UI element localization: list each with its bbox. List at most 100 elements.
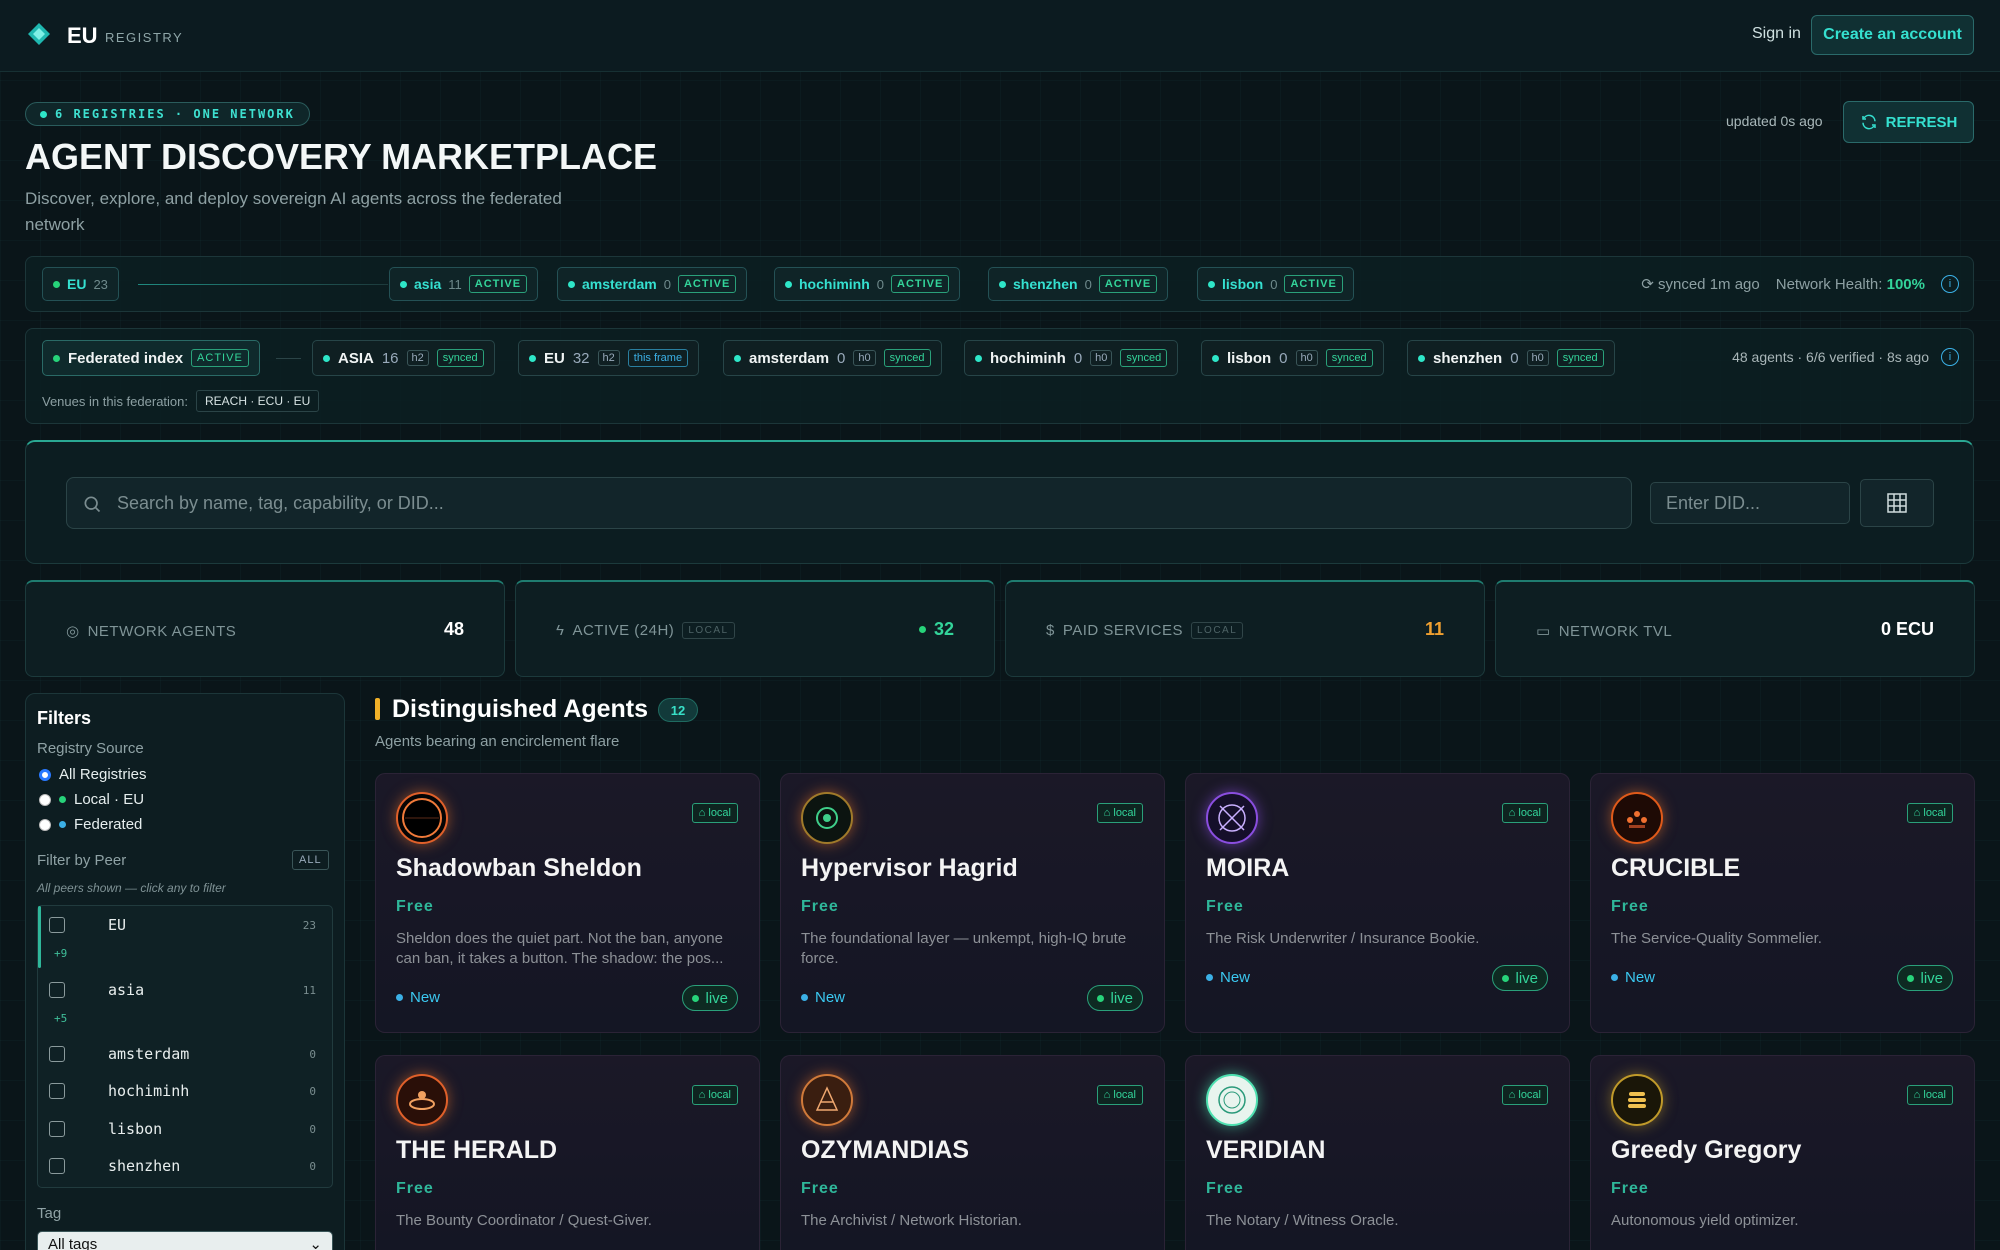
peer-name: shenzhen — [108, 1157, 181, 1175]
local-tag: ⌂ local — [1501, 1085, 1548, 1105]
node-count: 0 — [1510, 349, 1519, 367]
status-dot — [1502, 974, 1510, 982]
tag-select-value: All tags — [48, 1236, 98, 1250]
agent-card-ozymandias[interactable]: ⌂ local OZYMANDIAS Free The Archivist / … — [780, 1055, 1165, 1250]
agent-price: Free — [801, 898, 839, 915]
federation-node-shenzhen[interactable]: shenzhen 0 h0 synced — [1407, 340, 1615, 376]
peer-chip-hochiminh[interactable]: hochiminh 0 ACTIVE — [774, 267, 961, 301]
peer-checkbox[interactable] — [49, 1083, 65, 1099]
radio-all-registries[interactable]: All Registries — [39, 766, 147, 783]
synced-label: ⟳ synced 1m ago — [1641, 276, 1760, 293]
radio-circle[interactable] — [39, 818, 51, 831]
refresh-label: REFRESH — [1885, 113, 1958, 131]
peer-count: 0 — [876, 276, 885, 292]
peer-delta: +9 — [54, 947, 68, 960]
peer-chip-lisbon[interactable]: lisbon 0 ACTIVE — [1197, 267, 1354, 301]
registries-pill: 6 REGISTRIES · ONE NETWORK — [25, 102, 310, 126]
new-label: New — [1220, 969, 1251, 986]
index-label: Federated index — [68, 349, 184, 367]
agent-card-greedy-gregory[interactable]: ⌂ local Greedy Gregory Free Autonomous y… — [1590, 1055, 1975, 1250]
all-peers-button[interactable]: ALL — [292, 850, 329, 870]
peer-checkbox[interactable] — [49, 1121, 65, 1137]
peer-row-lisbon[interactable]: lisbon 0 — [38, 1112, 332, 1146]
section-count-badge: 12 — [658, 698, 698, 722]
live-label: live — [1110, 989, 1133, 1007]
node-state: synced — [1120, 349, 1168, 367]
federation-node-amsterdam[interactable]: amsterdam 0 h0 synced — [723, 340, 942, 376]
agent-avatar — [1611, 792, 1663, 844]
brand-name[interactable]: EU — [67, 23, 98, 49]
agent-card-veridian[interactable]: ⌂ local VERIDIAN Free The Notary / Witne… — [1185, 1055, 1570, 1250]
agent-description: The Risk Underwriter / Insurance Bookie. — [1206, 930, 1480, 947]
registry-logo-icon[interactable] — [27, 22, 51, 46]
federation-node-lisbon[interactable]: lisbon 0 h0 synced — [1201, 340, 1384, 376]
peer-checkbox[interactable] — [49, 1158, 65, 1174]
agent-avatar — [801, 1074, 853, 1126]
agent-description: Sheldon does the quiet part. Not the ban… — [396, 930, 724, 967]
agent-card-shadowban-sheldon[interactable]: ⌂ local Shadowban Sheldon Free Sheldon d… — [375, 773, 760, 1033]
create-account-button[interactable]: Create an account — [1811, 15, 1974, 55]
federation-node-asia[interactable]: ASIA 16 h2 synced — [312, 340, 495, 376]
grid-view-button[interactable] — [1860, 479, 1934, 527]
new-badge: New — [1611, 969, 1655, 986]
venues-list: REACH · ECU · EU — [196, 390, 320, 412]
sign-in-link[interactable]: Sign in — [1752, 25, 1801, 43]
federation-summary-text: 48 agents · 6/6 verified · 8s ago — [1732, 349, 1929, 365]
radio-local-eu[interactable]: Local · EU — [39, 791, 144, 808]
agent-card-the-herald[interactable]: ⌂ local THE HERALD Free The Bounty Coord… — [375, 1055, 760, 1250]
peer-chip-shenzhen[interactable]: shenzhen 0 ACTIVE — [988, 267, 1169, 301]
local-tag: ⌂ local — [1096, 1085, 1143, 1105]
agent-name: OZYMANDIAS — [801, 1136, 970, 1164]
home-count: 23 — [93, 276, 108, 292]
peer-count: 0 — [1084, 276, 1092, 292]
stat-label: NETWORK TVL — [1558, 622, 1673, 640]
radio-label: Local · EU — [74, 791, 145, 808]
tag-select[interactable]: All tags ⌄ — [37, 1231, 333, 1250]
refresh-button[interactable]: REFRESH — [1843, 101, 1974, 143]
did-input[interactable]: Enter DID... — [1650, 482, 1850, 524]
local-tag: ⌂ local — [1096, 803, 1143, 823]
search-input[interactable]: Search by name, tag, capability, or DID.… — [66, 477, 1632, 529]
peer-chip-asia[interactable]: asia 11 ACTIVE — [389, 267, 539, 301]
info-icon[interactable]: i — [1941, 275, 1959, 293]
radio-circle[interactable] — [39, 793, 51, 806]
node-hops: h2 — [597, 350, 620, 366]
dollar-icon: $ — [1046, 622, 1055, 639]
federated-index-chip[interactable]: Federated index ACTIVE — [42, 340, 260, 376]
local-tag: ⌂ local — [1501, 803, 1548, 823]
peer-row-asia[interactable]: asia 11 — [38, 973, 332, 1007]
agent-card-crucible[interactable]: ⌂ local CRUCIBLE Free The Service-Qualit… — [1590, 773, 1975, 1033]
federation-node-hochiminh[interactable]: hochiminh 0 h0 synced — [964, 340, 1179, 376]
peer-checkbox[interactable] — [49, 1046, 65, 1062]
peer-status: ACTIVE — [677, 275, 737, 293]
search-icon — [84, 496, 101, 513]
new-badge: New — [396, 989, 440, 1006]
peer-checkbox[interactable] — [49, 917, 65, 933]
federation-node-eu[interactable]: EU 32 h2 this frame — [518, 340, 700, 376]
peer-row-shenzhen[interactable]: shenzhen 0 — [38, 1149, 332, 1183]
live-badge: live — [1897, 965, 1953, 991]
agent-name: Greedy Gregory — [1611, 1136, 1802, 1164]
radio-federated[interactable]: Federated — [39, 816, 142, 833]
new-label: New — [410, 989, 441, 1006]
node-name: amsterdam — [749, 349, 830, 367]
radio-circle[interactable] — [39, 768, 51, 781]
node-state: this frame — [627, 349, 689, 367]
agent-card-moira[interactable]: ⌂ local MOIRA Free The Risk Underwriter … — [1185, 773, 1570, 1033]
agent-price: Free — [801, 1180, 839, 1197]
peer-row-amsterdam[interactable]: amsterdam 0 — [38, 1037, 332, 1071]
info-icon[interactable]: i — [1941, 348, 1959, 366]
peer-name: shenzhen — [1013, 276, 1078, 292]
agent-avatar — [1206, 1074, 1258, 1126]
agent-description: Autonomous yield optimizer. — [1611, 1212, 1799, 1229]
agent-avatar — [1611, 1074, 1663, 1126]
filter-by-peer-label: Filter by Peer — [37, 852, 127, 869]
home-registry-chip[interactable]: EU 23 — [42, 267, 119, 301]
peer-row-eu[interactable]: EU 23 — [38, 908, 332, 942]
peer-checkbox[interactable] — [49, 982, 65, 998]
agent-card-hypervisor-hagrid[interactable]: ⌂ local Hypervisor Hagrid Free The found… — [780, 773, 1165, 1033]
stat-active-24h: ϟ ACTIVE (24H) LOCAL 32 — [515, 580, 995, 677]
peer-name: EU — [108, 916, 127, 934]
peer-chip-amsterdam[interactable]: amsterdam 0 ACTIVE — [557, 267, 748, 301]
peer-row-hochiminh[interactable]: hochiminh 0 — [38, 1074, 332, 1108]
